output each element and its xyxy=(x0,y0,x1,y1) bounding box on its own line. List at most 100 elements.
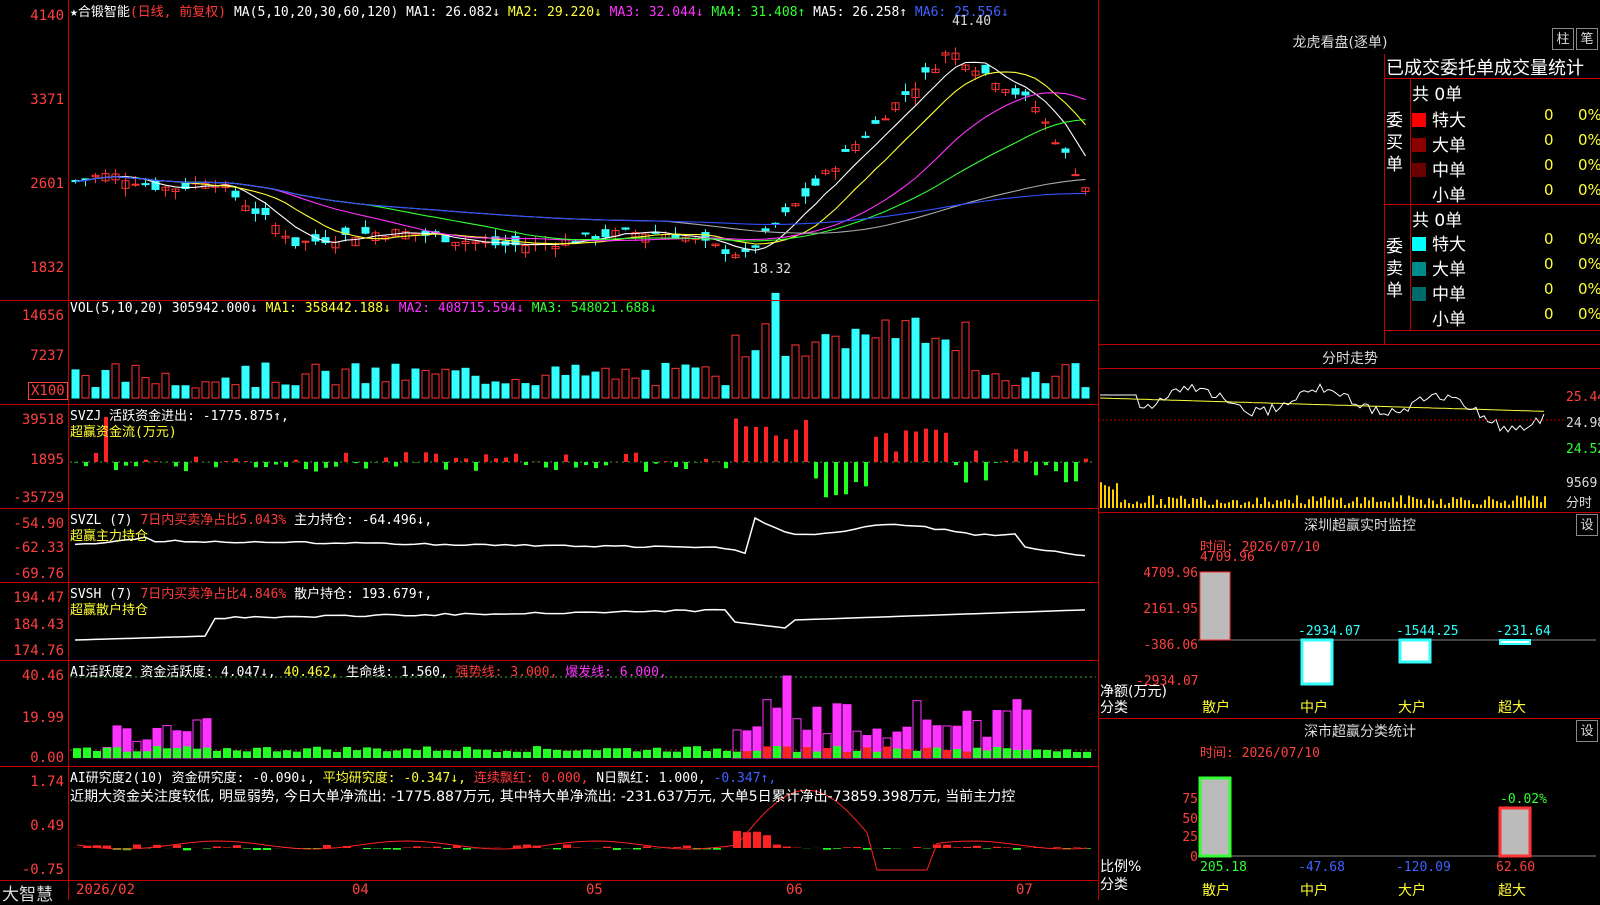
ai2-base-bar-22 xyxy=(293,752,301,758)
svzj-bar-48 xyxy=(554,462,558,470)
svzj-bar-81 xyxy=(884,433,888,462)
intraday-avg-line xyxy=(1100,398,1544,411)
svzj-bar-28 xyxy=(354,462,358,463)
air-bar-75 xyxy=(823,848,831,850)
vol-bar-80 xyxy=(872,338,879,398)
ai2-base-bar-36 xyxy=(433,751,441,758)
brand-label[interactable]: 大智慧 xyxy=(2,880,53,905)
ai2-base-bar-59 xyxy=(663,752,671,758)
intraday-vol-bar-64 xyxy=(1356,497,1358,508)
ma-line-5 xyxy=(76,62,1086,250)
air-bar-60 xyxy=(673,847,681,848)
ai-activity-histogram xyxy=(73,676,1091,758)
ai2-base-bar-47 xyxy=(543,749,551,758)
svzj-bar-41 xyxy=(484,454,488,462)
classify-cat-label: 分类 xyxy=(1100,874,1128,894)
price-label-1: 3371 xyxy=(2,92,64,108)
tick-mode-button[interactable]: 笔 xyxy=(1576,28,1598,50)
stock-name[interactable]: ★合锻智能 xyxy=(70,5,130,20)
ma2-value: MA2: 29.220↓ xyxy=(508,5,602,20)
ai2-base-bar-26 xyxy=(333,752,341,758)
ai2-base-bar-100 xyxy=(1073,752,1081,758)
intraday-vol-bar-85 xyxy=(1440,499,1442,508)
intraday-vol-bar-52 xyxy=(1308,499,1310,508)
sell-row-2: 中单 xyxy=(1412,280,1466,305)
svzj-bar-80 xyxy=(874,437,878,462)
vol-bar-5 xyxy=(122,382,129,398)
ai2-base-bar-56 xyxy=(633,751,641,758)
candlestick-series[interactable] xyxy=(72,47,1089,261)
intraday-vol-bar-69 xyxy=(1376,502,1378,508)
svzj-bar-5 xyxy=(124,462,128,466)
ai2-base-bar-40 xyxy=(473,749,481,758)
ai2-base-bar-49 xyxy=(563,751,571,758)
air-bar-91 xyxy=(983,848,991,849)
svzj-bar-68 xyxy=(754,427,758,462)
vol-label-0: 14656 xyxy=(2,308,64,324)
vol-bar-44 xyxy=(512,380,519,398)
air-bar-16 xyxy=(233,845,241,848)
vol-bar-84 xyxy=(912,318,919,398)
buy-row-count-0: 0 xyxy=(1544,106,1554,124)
vol-bar-95 xyxy=(1022,378,1029,398)
svzl-axis-0: -54.90 xyxy=(2,516,64,532)
svzj-bar-92 xyxy=(994,462,998,463)
ai2-base-bar-24 xyxy=(313,747,321,758)
intraday-vol-bar-30 xyxy=(1220,503,1222,508)
intraday-vol-bar-91 xyxy=(1464,500,1466,508)
air-bar-32 xyxy=(393,848,401,850)
right-panel-graphics xyxy=(1098,384,1596,856)
svzj-bar-39 xyxy=(464,459,468,462)
monitor-settings-button[interactable]: 设 xyxy=(1576,514,1598,536)
time-label-0: 2026/02 xyxy=(76,882,135,898)
air-bar-31 xyxy=(383,848,391,849)
ai2-base-bar-6 xyxy=(133,751,141,758)
candle-body-51 xyxy=(582,233,589,234)
vol-bar-12 xyxy=(192,388,199,398)
ai2-base-bar-1 xyxy=(83,748,91,758)
classify-axis-3: 0 xyxy=(1160,850,1198,865)
svzj-bar-29 xyxy=(364,462,368,468)
ai2-base-bar-81 xyxy=(883,747,891,758)
intraday-vol-bar-56 xyxy=(1324,496,1326,508)
sell-row-count-2: 0 xyxy=(1544,280,1554,298)
intraday-vol-bar-5 xyxy=(1120,502,1122,508)
air-bar-29 xyxy=(363,848,371,849)
ai2-v4: 强势线: 3.000, xyxy=(456,665,558,680)
monitor-cat-0: 散户 xyxy=(1202,697,1230,717)
ai2-label: AI活跃度2 xyxy=(70,665,132,680)
air-axis-1: 0.49 xyxy=(2,818,64,834)
ai2-base-bar-78 xyxy=(853,751,861,758)
intraday-vol-bar-49 xyxy=(1296,495,1298,508)
vol-bar-27 xyxy=(342,369,349,398)
ai2-base-bar-69 xyxy=(763,746,771,758)
intraday-vol-bar-12 xyxy=(1148,496,1150,508)
vol-bar-25 xyxy=(322,371,329,398)
air-bar-88 xyxy=(953,847,961,848)
bar-mode-button[interactable]: 柱 xyxy=(1552,28,1574,50)
candle-body-80 xyxy=(872,121,879,124)
air-bar-50 xyxy=(573,847,581,848)
sell-row-count-0: 0 xyxy=(1544,230,1554,248)
intraday-vol-bar-81 xyxy=(1424,504,1426,508)
monitor-axis-0: 4709.96 xyxy=(1136,566,1198,581)
air-bar-86 xyxy=(933,844,941,848)
intraday-vol-bar-88 xyxy=(1452,497,1454,508)
vol-bar-77 xyxy=(842,349,849,398)
svzj-axis-1: 1895 xyxy=(2,452,64,468)
classify-settings-button[interactable]: 设 xyxy=(1576,720,1598,742)
svzj-axis-2: -35729 xyxy=(2,490,64,506)
vol-bar-72 xyxy=(792,345,799,398)
vol-bar-75 xyxy=(822,335,829,398)
intraday-vol-bar-100 xyxy=(1500,503,1502,508)
ai2-base-bar-66 xyxy=(733,752,741,758)
intraday-vol-bar-32 xyxy=(1228,502,1230,508)
svzj-bar-18 xyxy=(254,462,258,467)
intraday-vol-bar-109 xyxy=(1536,496,1538,508)
intraday-vol-bar-3 xyxy=(1112,489,1114,508)
intraday-vol-bar-76 xyxy=(1404,504,1406,508)
chart-mode[interactable]: (日线, 前复权) xyxy=(130,5,226,20)
vol-bar-100 xyxy=(1072,364,1079,398)
svzj-bar-8 xyxy=(154,461,158,462)
intraday-vol-bar-82 xyxy=(1428,498,1430,508)
